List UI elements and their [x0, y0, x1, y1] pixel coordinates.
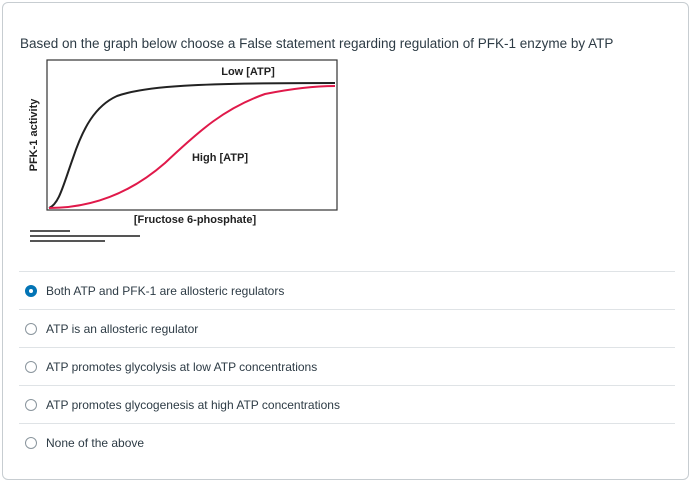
- answer-option[interactable]: ATP is an allosteric regulator: [19, 309, 675, 347]
- answer-option[interactable]: Both ATP and PFK-1 are allosteric regula…: [19, 271, 675, 309]
- answer-option[interactable]: ATP promotes glycolysis at low ATP conce…: [19, 347, 675, 385]
- radio-button-selected[interactable]: [25, 284, 37, 297]
- radio-button[interactable]: [25, 360, 37, 373]
- question-text: Based on the graph below choose a False …: [20, 36, 614, 51]
- answer-label: Both ATP and PFK-1 are allosteric regula…: [46, 283, 285, 298]
- radio-button[interactable]: [25, 398, 37, 411]
- answer-option[interactable]: ATP promotes glycogenesis at high ATP co…: [19, 385, 675, 423]
- answer-label: ATP is an allosteric regulator: [46, 321, 199, 336]
- figure-credit-graphic: [30, 230, 150, 245]
- answer-label: None of the above: [46, 435, 145, 450]
- radio-button[interactable]: [25, 436, 37, 449]
- answer-label: ATP promotes glycogenesis at high ATP co…: [46, 397, 340, 412]
- answer-option[interactable]: None of the above: [19, 423, 675, 461]
- high-atp-label: High [ATP]: [192, 152, 248, 164]
- low-atp-label: Low [ATP]: [221, 66, 275, 78]
- radio-button[interactable]: [25, 322, 37, 335]
- y-axis-label: PFK-1 activity: [28, 98, 40, 172]
- answer-label: ATP promotes glycolysis at low ATP conce…: [46, 359, 318, 374]
- question-card: Based on the graph below choose a False …: [2, 2, 689, 480]
- answer-list: Both ATP and PFK-1 are allosteric regula…: [19, 271, 675, 461]
- x-axis-label: [Fructose 6-phosphate]: [134, 214, 257, 226]
- pfk1-activity-graph: PFK-1 activity [Fructose 6-phosphate] Lo…: [25, 58, 345, 268]
